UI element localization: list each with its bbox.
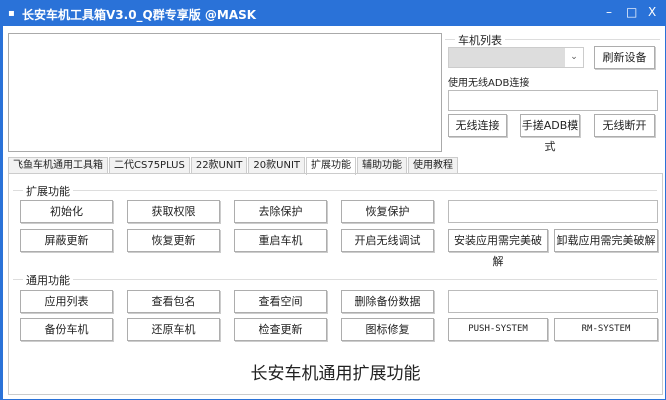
uninstall-app-button[interactable]: 卸载应用需完美破解: [554, 229, 658, 252]
client-area: 车机列表 ⌄ 刷新设备 使用无线ADB连接 无线连接 手搓ADB模式 无线断开 …: [3, 26, 665, 399]
close-button[interactable]: X: [648, 5, 656, 19]
app-icon: ▪: [8, 8, 15, 19]
rm-system-button[interactable]: RM-SYSTEM: [554, 318, 658, 341]
remove-protection-button[interactable]: 去除保护: [234, 200, 327, 223]
check-update-button[interactable]: 检查更新: [234, 318, 327, 341]
general-group-label: 通用功能: [23, 272, 73, 288]
log-output[interactable]: [8, 33, 442, 152]
device-group: 车机列表: [445, 32, 660, 48]
title-bar: ▪ 长安车机工具箱V3.0_Q群专享版 @MASK – □ X: [0, 0, 666, 26]
wireless-label: 使用无线ADB连接: [448, 78, 530, 89]
delete-backup-button[interactable]: 删除备份数据: [341, 290, 434, 313]
general-group: 通用功能: [13, 272, 657, 288]
maximize-button[interactable]: □: [626, 5, 637, 19]
extend-input[interactable]: [448, 200, 658, 223]
window-title: 长安车机工具箱V3.0_Q群专享版 @MASK: [22, 8, 257, 22]
backup-button[interactable]: 备份车机: [20, 318, 113, 341]
app-window: ▪ 长安车机工具箱V3.0_Q群专享版 @MASK – □ X 车机列表 ⌄ 刷…: [0, 0, 666, 400]
minimize-button[interactable]: –: [606, 5, 612, 19]
restore-update-button[interactable]: 恢复更新: [127, 229, 220, 252]
reboot-button[interactable]: 重启车机: [234, 229, 327, 252]
enable-wireless-debug-button[interactable]: 开启无线调试: [341, 229, 434, 252]
tab-22-unit[interactable]: 22款UNIT: [190, 157, 248, 173]
push-system-button[interactable]: PUSH-SYSTEM: [448, 318, 548, 341]
extend-group: 扩展功能: [13, 183, 657, 199]
tab-tutorial[interactable]: 使用教程: [408, 157, 459, 173]
restore-button[interactable]: 还原车机: [127, 318, 220, 341]
view-package-button[interactable]: 查看包名: [127, 290, 220, 313]
view-space-button[interactable]: 查看空间: [234, 290, 327, 313]
app-list-button[interactable]: 应用列表: [20, 290, 113, 313]
tab-assist[interactable]: 辅助功能: [357, 157, 408, 173]
init-button[interactable]: 初始化: [20, 200, 113, 223]
manual-adb-button[interactable]: 手搓ADB模式: [520, 114, 580, 153]
tab-cs75plus[interactable]: 二代CS75PLUS: [109, 157, 190, 173]
general-input[interactable]: [448, 290, 658, 313]
device-group-label: 车机列表: [455, 32, 505, 48]
device-select[interactable]: ⌄: [448, 47, 584, 68]
restore-protection-button[interactable]: 恢复保护: [341, 200, 434, 223]
tab-feiyu[interactable]: 飞鱼车机通用工具箱: [8, 157, 108, 173]
block-update-button[interactable]: 屏蔽更新: [20, 229, 113, 252]
get-permission-button[interactable]: 获取权限: [127, 200, 220, 223]
chevron-down-icon: ⌄: [565, 48, 583, 67]
wireless-disconnect-button[interactable]: 无线断开: [594, 114, 655, 137]
extend-group-label: 扩展功能: [23, 183, 73, 199]
install-app-button[interactable]: 安装应用需完美破解: [448, 229, 548, 268]
wireless-connect-button[interactable]: 无线连接: [448, 114, 507, 137]
refresh-device-button[interactable]: 刷新设备: [594, 46, 655, 69]
footer-title: 长安车机通用扩展功能: [250, 364, 421, 384]
icon-repair-button[interactable]: 图标修复: [341, 318, 434, 341]
tab-bar: 飞鱼车机通用工具箱 二代CS75PLUS 22款UNIT 20款UNIT 扩展功…: [8, 157, 459, 175]
ip-input[interactable]: [448, 90, 658, 111]
tab-panel-extend: 扩展功能 初始化 获取权限 去除保护 恢复保护 屏蔽更新 恢复更新 重启车机 开…: [8, 173, 663, 395]
tab-20-unit[interactable]: 20款UNIT: [248, 157, 306, 173]
